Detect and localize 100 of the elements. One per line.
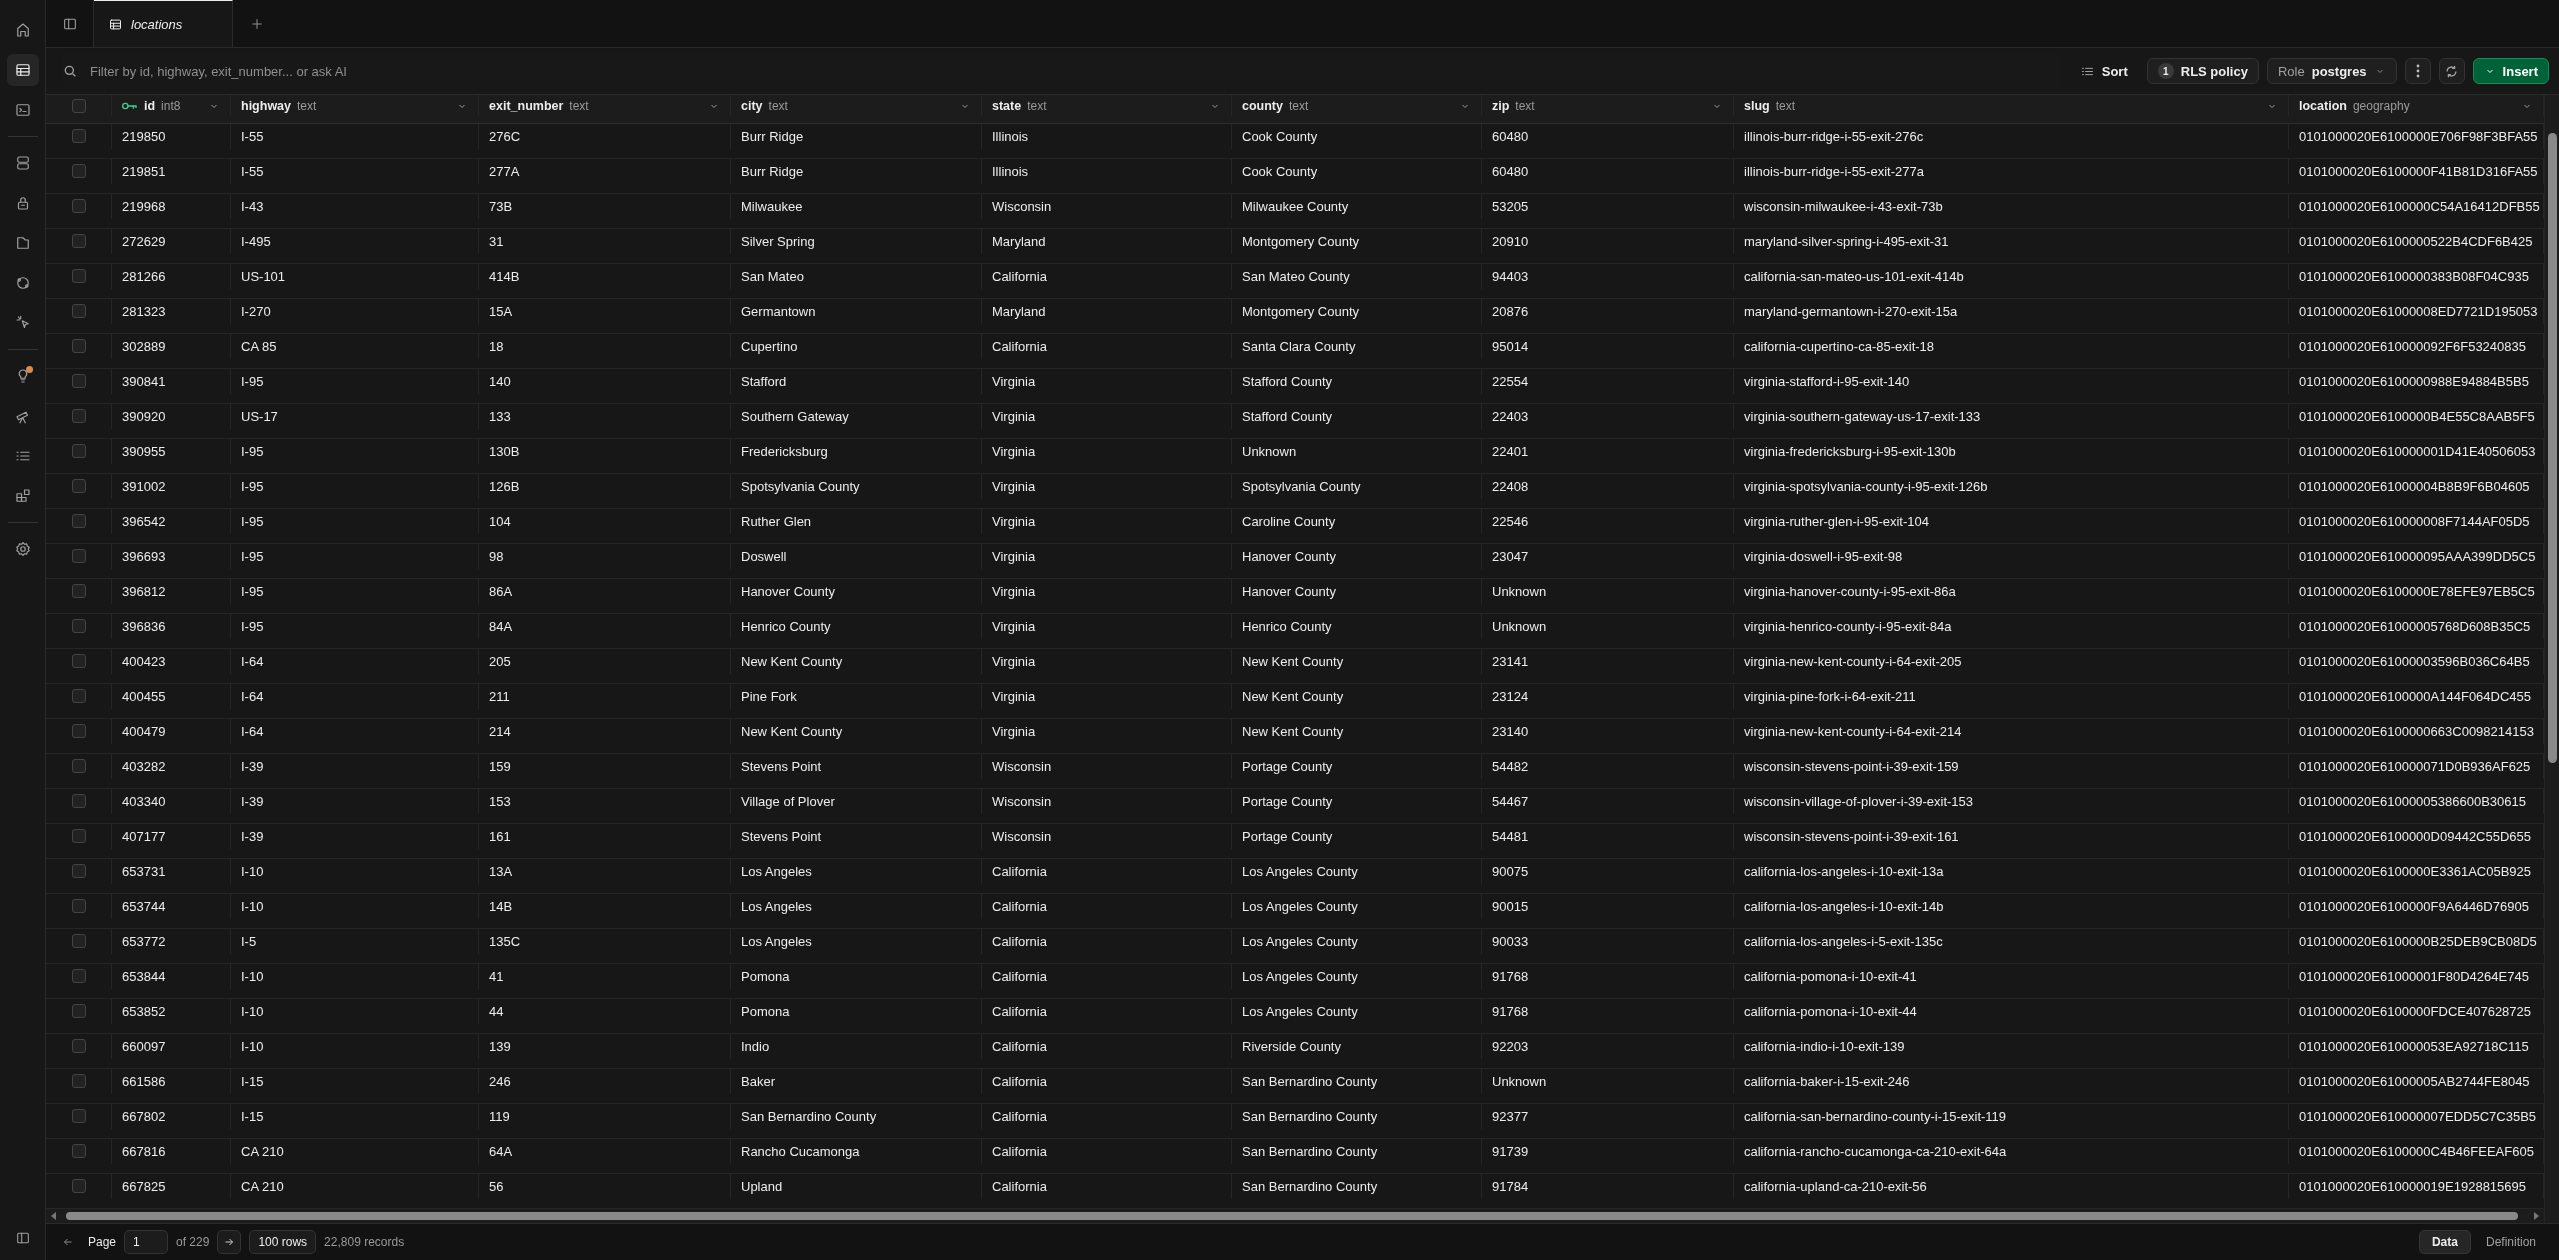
table-cell: 653844: [122, 968, 166, 984]
role-select[interactable]: Role postgres: [2266, 58, 2397, 84]
horizontal-scrollbar[interactable]: [46, 1208, 2544, 1223]
column-name[interactable]: state: [992, 98, 1022, 113]
table-cell: Wisconsin: [992, 198, 1052, 214]
table-cell: Milwaukee County: [1242, 198, 1349, 214]
table-cell: I-43: [241, 198, 264, 214]
table-cell: Cook County: [1242, 128, 1318, 144]
row-checkbox[interactable]: [71, 374, 86, 389]
column-name[interactable]: highway: [241, 98, 291, 113]
row-checkbox[interactable]: [71, 514, 86, 529]
row-checkbox[interactable]: [71, 969, 86, 984]
table-cell: 0101000020E610000001D41E40506053: [2299, 443, 2536, 459]
view-tab[interactable]: Data: [2418, 1230, 2471, 1254]
table-cell: San Bernardino County: [1242, 1108, 1378, 1124]
row-checkbox[interactable]: [71, 864, 86, 879]
row-checkbox[interactable]: [71, 1144, 86, 1159]
table-cell: Hanover County: [1242, 583, 1336, 599]
row-checkbox[interactable]: [71, 129, 86, 144]
table-cell: Indio: [741, 1038, 770, 1054]
row-checkbox[interactable]: [71, 444, 86, 459]
table-cell: 0101000020E6100000FDCE407628725: [2299, 1003, 2532, 1019]
table-cell: Upland: [741, 1178, 783, 1194]
table-cell: 246: [489, 1073, 511, 1089]
table-cell: San Mateo County: [1242, 268, 1350, 284]
row-checkbox[interactable]: [71, 654, 86, 669]
row-checkbox[interactable]: [71, 199, 86, 214]
table-cell: Pine Fork: [741, 688, 797, 704]
column-name[interactable]: zip: [1492, 98, 1510, 113]
row-checkbox[interactable]: [71, 1074, 86, 1089]
sort-button[interactable]: Sort: [2068, 58, 2139, 84]
table-cell: I-55: [241, 163, 264, 179]
column-name[interactable]: city: [741, 98, 763, 113]
vertical-scrollbar[interactable]: [2544, 95, 2559, 1223]
row-checkbox[interactable]: [71, 934, 86, 949]
select-all-checkbox[interactable]: [71, 98, 86, 113]
row-checkbox[interactable]: [71, 409, 86, 424]
column-name[interactable]: location: [2299, 98, 2347, 113]
row-checkbox[interactable]: [71, 164, 86, 179]
filter-field[interactable]: Filter by id, highway, exit_number... or ask AI: [88, 62, 2061, 80]
table-cell: Illinois: [992, 128, 1029, 144]
table-cell: 396836: [122, 618, 166, 634]
nav-button[interactable]: [6, 54, 39, 86]
row-checkbox[interactable]: [71, 1004, 86, 1019]
table-cell: 400455: [122, 688, 166, 704]
row-checkbox[interactable]: [71, 1109, 86, 1124]
page-field[interactable]: 1: [124, 1230, 169, 1254]
arrow-right-icon: [223, 1236, 236, 1248]
refresh-button[interactable]: [2438, 58, 2465, 84]
table-cell: 277A: [489, 163, 520, 179]
table-cell: 0101000020E6100000C54A16412DFB55: [2299, 198, 2540, 214]
table-cell: 44: [489, 1003, 504, 1019]
table-cell: Spotsylvania County: [741, 478, 860, 494]
row-checkbox[interactable]: [71, 619, 86, 634]
column-name[interactable]: county: [1242, 98, 1283, 113]
row-checkbox[interactable]: [71, 549, 86, 564]
page-size-button[interactable]: 100 rows: [249, 1230, 317, 1254]
table-cell: 660097: [122, 1038, 166, 1054]
table-cell: 91784: [1492, 1178, 1529, 1194]
row-checkbox[interactable]: [71, 304, 86, 319]
row-checkbox[interactable]: [71, 794, 86, 809]
column-name[interactable]: exit_number: [489, 98, 564, 113]
column-name[interactable]: slug: [1744, 98, 1770, 113]
row-checkbox[interactable]: [71, 1039, 86, 1054]
rls-policy-button[interactable]: 1 RLS policy: [2146, 58, 2259, 84]
view-tab[interactable]: Definition: [2472, 1230, 2549, 1254]
table-cell: 133: [489, 408, 511, 424]
table-cell: Los Angeles: [741, 933, 812, 949]
row-checkbox[interactable]: [71, 1179, 86, 1194]
column-name[interactable]: id: [144, 98, 156, 113]
row-checkbox[interactable]: [71, 829, 86, 844]
next-page-button[interactable]: [217, 1230, 242, 1254]
row-checkbox[interactable]: [71, 899, 86, 914]
table-cell: Los Angeles County: [1242, 1003, 1358, 1019]
table-cell: 20876: [1492, 303, 1529, 319]
row-checkbox[interactable]: [71, 759, 86, 774]
scroll-right-icon[interactable]: [2532, 1212, 2540, 1220]
row-checkbox[interactable]: [71, 724, 86, 739]
row-checkbox[interactable]: [71, 339, 86, 354]
row-checkbox[interactable]: [71, 234, 86, 249]
row-checkbox[interactable]: [71, 479, 86, 494]
table-cell: Cupertino: [741, 338, 798, 354]
table-cell: california-san-mateo-us-101-exit-414b: [1744, 268, 1964, 284]
table-cell: wisconsin-milwaukee-i-43-exit-73b: [1744, 198, 1943, 214]
table-cell: Doswell: [741, 548, 787, 564]
row-checkbox[interactable]: [71, 584, 86, 599]
table-cell: Wisconsin: [992, 793, 1052, 809]
insert-button[interactable]: Insert: [2472, 58, 2549, 84]
table-cell: Virginia: [992, 408, 1036, 424]
table-cell: Fredericksburg: [741, 443, 828, 459]
scroll-left-icon[interactable]: [50, 1212, 58, 1220]
row-checkbox[interactable]: [71, 269, 86, 284]
table-cell: virginia-southern-gateway-us-17-exit-133: [1744, 408, 1981, 424]
table-cell: Los Angeles County: [1242, 933, 1358, 949]
row-checkbox[interactable]: [71, 689, 86, 704]
table-cell: 130B: [489, 443, 520, 459]
table-cell: Burr Ridge: [741, 128, 804, 144]
table-tab[interactable]: locations: [94, 0, 234, 47]
table-cell: 95014: [1492, 338, 1529, 354]
more-button[interactable]: [2404, 58, 2431, 84]
